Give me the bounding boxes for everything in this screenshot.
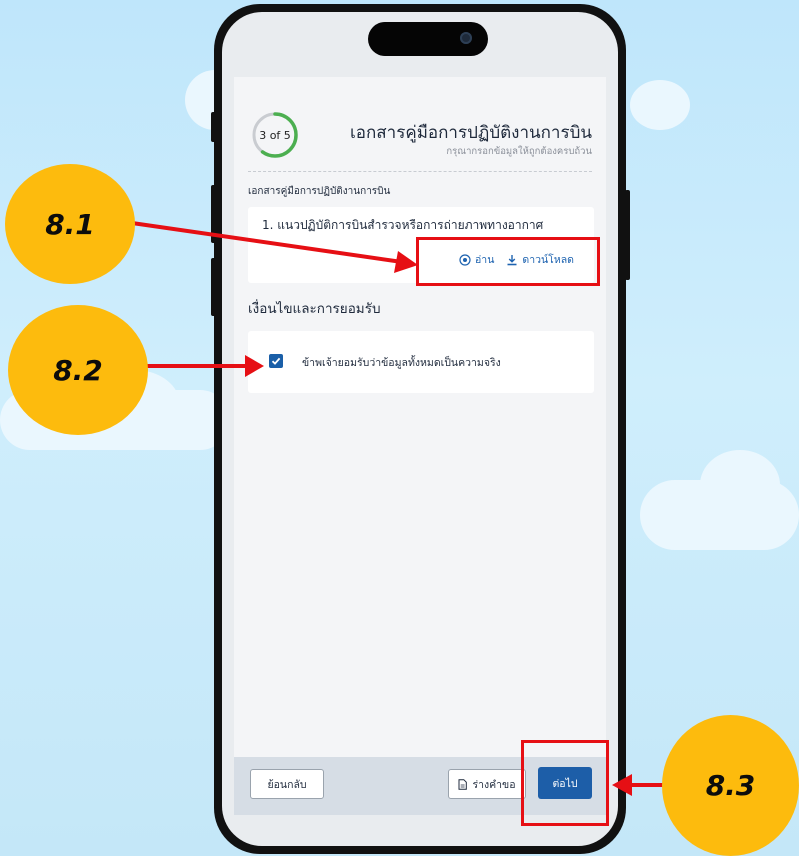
accept-checkbox[interactable]	[269, 354, 283, 368]
phone-side-button	[211, 185, 216, 243]
cloud	[700, 450, 780, 520]
document-icon	[458, 778, 468, 790]
cloud	[630, 80, 690, 130]
draft-button[interactable]: ร่างคำขอ	[448, 769, 526, 799]
phone-screen: 3 of 5 เอกสารคู่มือการปฏิบัติงานการบิน ก…	[222, 12, 618, 846]
page-title: เอกสารคู่มือการปฏิบัติงานการบิน	[349, 123, 592, 143]
back-button[interactable]: ย้อนกลับ	[250, 769, 324, 799]
section-label: เอกสารคู่มือการปฏิบัติงานการบิน	[248, 186, 391, 197]
callout-badge-8-2: 8.2	[8, 305, 148, 435]
terms-heading: เงื่อนไขและการยอมรับ	[248, 301, 381, 317]
form-content: 3 of 5 เอกสารคู่มือการปฏิบัติงานการบิน ก…	[234, 77, 606, 757]
accept-checkbox-label[interactable]: ข้าพเจ้ายอมรับว่าข้อมูลทั้งหมดเป็นความจร…	[302, 354, 501, 371]
page-subtitle: กรุณากรอกข้อมูลให้ถูกต้องครบถ้วน	[446, 146, 592, 157]
camera-icon	[460, 32, 472, 44]
dynamic-island	[368, 22, 488, 56]
highlight-next-button	[521, 740, 609, 826]
draft-label: ร่างคำขอ	[472, 778, 516, 791]
highlight-read-download	[416, 237, 600, 286]
document-title: 1. แนวปฏิบัติการบินสำรวจหรือการถ่ายภาพทา…	[262, 218, 544, 232]
divider	[248, 171, 592, 172]
callout-badge-8-1: 8.1	[5, 164, 135, 284]
phone-side-button	[211, 112, 216, 142]
phone-side-button	[625, 190, 630, 280]
checkmark-icon	[271, 357, 281, 365]
callout-badge-8-3: 8.3	[662, 715, 799, 856]
terms-card: ข้าพเจ้ายอมรับว่าข้อมูลทั้งหมดเป็นความจร…	[248, 331, 594, 393]
phone-side-button	[211, 258, 216, 316]
progress-text: 3 of 5	[259, 128, 291, 142]
